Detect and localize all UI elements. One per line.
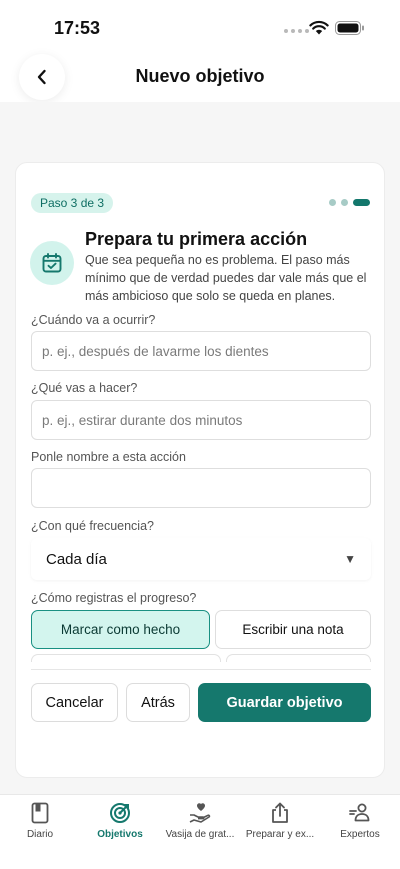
book-icon (31, 802, 49, 824)
step-dot-2 (341, 199, 348, 206)
target-icon (110, 803, 130, 823)
frequency-select[interactable]: Cada día ▼ (31, 538, 371, 580)
option-write-note[interactable]: Escribir una nota (215, 610, 371, 649)
tab-label: Expertos (340, 829, 380, 840)
action-name-input[interactable] (31, 468, 371, 508)
experts-icon (349, 803, 370, 822)
status-bar: 17:53 (0, 0, 400, 56)
tab-diario[interactable]: Diario (0, 801, 80, 840)
tab-label: Diario (26, 829, 54, 840)
cellular-signal-icon (284, 29, 309, 33)
back-step-button[interactable]: Atrás (126, 683, 190, 722)
cancel-button[interactable]: Cancelar (31, 683, 118, 722)
goal-step-card: Paso 3 de 3 Prepara tu primera acción Qu… (15, 162, 385, 778)
frequency-value: Cada día (46, 550, 107, 568)
step-dot-3-active (353, 199, 370, 206)
caret-down-icon: ▼ (344, 552, 356, 566)
step-badge: Paso 3 de 3 (31, 193, 114, 213)
action-name-label: Ponle nombre a esta acción (31, 450, 186, 464)
step-indicator (329, 199, 370, 206)
battery-icon (335, 21, 364, 35)
section-description: Que sea pequeña no es problema. El paso … (85, 253, 367, 303)
tab-bar: Diario Objetivos Vasija de grat... Prepa… (0, 794, 400, 869)
save-goal-button[interactable]: Guardar objetivo (198, 683, 371, 722)
tab-preparar[interactable]: Preparar y ex... (240, 801, 320, 840)
tab-expertos[interactable]: Expertos (320, 801, 400, 840)
option-partial-left[interactable] (31, 654, 221, 662)
tab-objetivos[interactable]: Objetivos (80, 801, 160, 840)
tab-label: Vasija de grat... (165, 829, 235, 840)
tab-vasija[interactable]: Vasija de grat... (160, 801, 240, 840)
frequency-label: ¿Con qué frecuencia? (31, 519, 154, 533)
wifi-icon (309, 20, 329, 35)
when-label: ¿Cuándo va a ocurrir? (31, 313, 156, 327)
progress-label: ¿Cómo registras el progreso? (31, 591, 197, 605)
calendar-check-icon (30, 241, 74, 285)
page-title: Nuevo objetivo (135, 66, 265, 86)
what-input[interactable] (31, 400, 371, 440)
share-icon (272, 802, 288, 823)
navigation-bar: Nuevo objetivo (0, 52, 400, 102)
status-time: 17:53 (54, 18, 101, 38)
divider (31, 669, 371, 670)
section-title: Prepara tu primera acción (85, 229, 308, 249)
tab-label: Objetivos (97, 829, 143, 840)
option-partial-right[interactable] (226, 654, 371, 662)
heart-hand-icon (189, 803, 211, 823)
when-input[interactable] (31, 331, 371, 371)
what-label: ¿Qué vas a hacer? (31, 381, 138, 395)
tab-label: Preparar y ex... (245, 829, 315, 840)
step-dot-1 (329, 199, 336, 206)
option-mark-done[interactable]: Marcar como hecho (31, 610, 210, 649)
